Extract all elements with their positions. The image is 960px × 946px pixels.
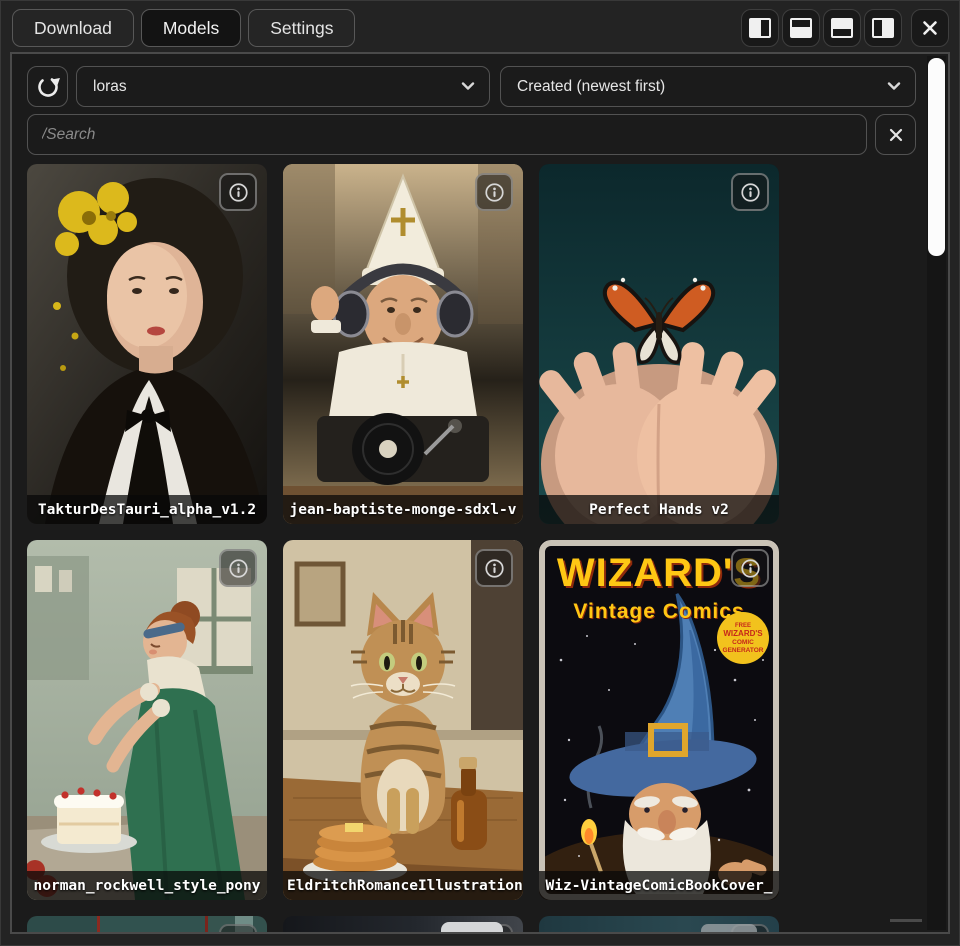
model-title: TakturDesTauri_alpha_v1.2 [27, 495, 267, 524]
model-title-text: Perfect Hands v2 [589, 502, 729, 518]
info-icon [227, 557, 250, 580]
refresh-button[interactable] [27, 66, 68, 107]
model-title: EldritchRomanceIllustration [283, 871, 523, 900]
info-icon [483, 557, 506, 580]
wizard-badge-line: WIZARD'S [723, 629, 763, 638]
model-type-value: loras [93, 78, 127, 96]
model-info-button[interactable] [731, 173, 769, 211]
panel-right-icon [872, 18, 894, 38]
model-info-button[interactable] [731, 924, 769, 934]
wizard-cover-subtitle: Vintage Comics [573, 600, 744, 623]
model-card-wiz-vintage-comic[interactable]: WIZARD'S WIZARD'S Vintage Comics Vintage… [539, 540, 779, 900]
model-preview-image [27, 540, 267, 900]
info-icon [739, 181, 762, 204]
model-info-button[interactable] [219, 173, 257, 211]
window-controls [741, 9, 949, 47]
chevron-down-icon [887, 82, 901, 91]
wizard-badge-line: COMIC [732, 639, 754, 646]
refresh-icon [35, 74, 61, 100]
model-title: Wiz-VintageComicBookCover_ [539, 871, 779, 900]
model-card-eldritch-romance[interactable]: EldritchRomanceIllustration [283, 540, 523, 900]
snap-panel-right-button[interactable] [864, 9, 902, 47]
model-title-text: norman_rockwell_style_pony [34, 878, 261, 894]
tab-bar: Download Models Settings [12, 9, 355, 47]
scrollbar[interactable] [927, 56, 946, 930]
model-card-jean-baptiste-monge[interactable]: jean-baptiste-monge-sdxl-v [283, 164, 523, 524]
model-card-perfect-hands[interactable]: Perfect Hands v2 [539, 164, 779, 524]
model-title: jean-baptiste-monge-sdxl-v [283, 495, 523, 524]
sort-value: Created (newest first) [517, 78, 665, 96]
model-info-button[interactable] [219, 924, 257, 934]
model-title: Perfect Hands v2 [539, 495, 779, 524]
clear-search-button[interactable] [875, 114, 916, 155]
model-title-text: Wiz-VintageComicBookCover_ [546, 878, 773, 894]
info-icon [227, 181, 250, 204]
model-info-button[interactable] [475, 549, 513, 587]
model-card-takturdestauri[interactable]: TakturDesTauri_alpha_v1.2 [27, 164, 267, 524]
close-icon [887, 126, 905, 144]
scrollbar-corner [890, 919, 922, 922]
model-title-text: TakturDesTauri_alpha_v1.2 [38, 502, 256, 518]
panel-top-icon [831, 18, 853, 38]
model-preview-image [283, 540, 523, 900]
model-title-text: jean-baptiste-monge-sdxl-v [290, 502, 517, 518]
model-info-button[interactable] [219, 549, 257, 587]
close-icon [920, 18, 940, 38]
tab-models[interactable]: Models [141, 9, 241, 47]
info-icon [483, 181, 506, 204]
scrollbar-thumb[interactable] [928, 58, 945, 256]
model-preview-image [27, 164, 267, 524]
snap-panel-top-button[interactable] [823, 9, 861, 47]
model-preview-image: WIZARD'S WIZARD'S Vintage Comics Vintage… [539, 540, 779, 900]
model-info-button[interactable] [731, 549, 769, 587]
info-icon [739, 557, 762, 580]
wizard-badge-line: GENERATOR [723, 647, 764, 654]
snap-panel-left-button[interactable] [741, 9, 779, 47]
model-info-button[interactable] [475, 924, 513, 934]
model-title-text: EldritchRomanceIllustration [287, 878, 523, 894]
model-card-norman-rockwell[interactable]: norman_rockwell_style_pony [27, 540, 267, 900]
tab-download[interactable]: Download [12, 9, 134, 47]
panel-left-icon [749, 18, 771, 38]
model-card-partial[interactable] [539, 916, 779, 934]
close-button[interactable] [911, 9, 949, 47]
snap-panel-bottom-button[interactable] [782, 9, 820, 47]
models-panel: loras Created (newest first) [10, 52, 950, 934]
model-preview-image [539, 164, 779, 524]
model-title: norman_rockwell_style_pony [27, 871, 267, 900]
panel-bottom-icon [790, 18, 812, 38]
sort-select[interactable]: Created (newest first) [500, 66, 916, 107]
model-card-partial[interactable] [283, 916, 523, 934]
model-info-button[interactable] [475, 173, 513, 211]
model-preview-image [283, 164, 523, 524]
model-card-partial[interactable] [27, 916, 267, 934]
tab-settings[interactable]: Settings [248, 9, 355, 47]
model-type-select[interactable]: loras [76, 66, 490, 107]
chevron-down-icon [461, 82, 475, 91]
search-input[interactable] [27, 114, 867, 155]
model-browser-window: Download Models Settings loras Created (… [0, 0, 960, 946]
